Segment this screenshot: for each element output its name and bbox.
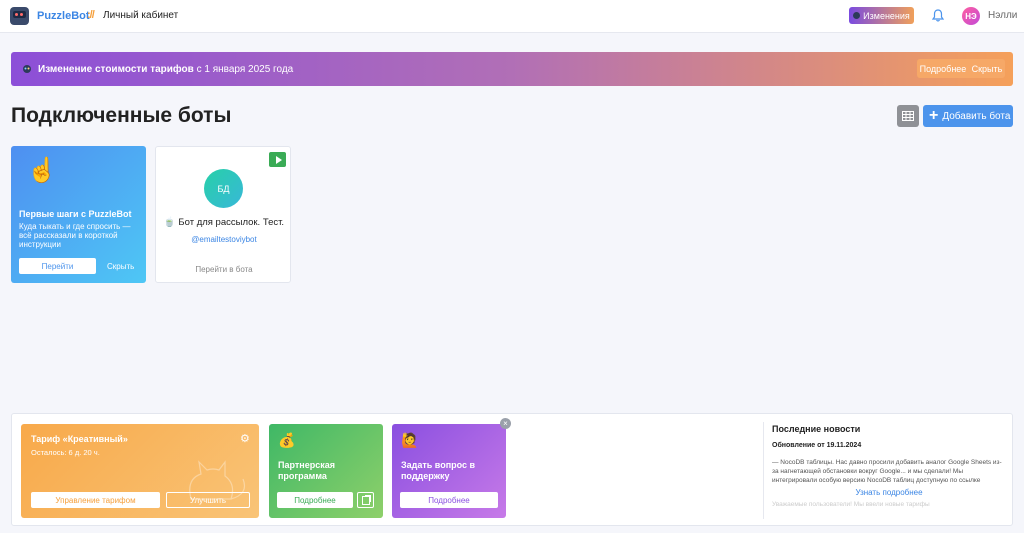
manage-tariff-button[interactable]: Управление тарифом	[31, 492, 160, 508]
first-steps-card: ☝ Первые шаги с PuzzleBot Куда тыкать и …	[11, 146, 146, 283]
banner-hide-link[interactable]: Скрыть	[972, 64, 1003, 74]
partner-card: 💰 Партнерская программа Подробнее	[269, 424, 383, 518]
news-text: — NocoDB таблицы. Нас давно просили доба…	[772, 459, 1002, 484]
table-view-button[interactable]	[897, 105, 919, 127]
changes-button[interactable]: Изменения	[849, 7, 914, 24]
add-bot-button[interactable]: + Добавить бота	[923, 105, 1013, 127]
open-bot-link[interactable]: Перейти в бота	[156, 265, 292, 274]
bell-icon[interactable]	[932, 9, 944, 22]
tariff-change-banner: Изменение стоимости тарифов с 1 января 2…	[11, 52, 1013, 86]
bottom-panel: Тариф «Креативный» Осталось: 6 д. 20 ч. …	[11, 413, 1013, 526]
support-person-icon: 🙋	[401, 432, 419, 448]
brand-separator: ://	[87, 9, 95, 21]
support-card: × 🙋 Задать вопрос в поддержку Подробнее	[392, 418, 511, 518]
first-steps-hide-button[interactable]: Скрыть	[107, 262, 134, 271]
section-title: Личный кабинет	[103, 10, 179, 21]
puzzlebot-logo-icon[interactable]	[10, 7, 29, 25]
support-title: Задать вопрос в поддержку	[401, 460, 476, 481]
bot-avatar: БД	[204, 169, 243, 208]
bot-card[interactable]: БД 🍵 Бот для рассылок. Тест. @emailtesto…	[155, 146, 291, 283]
page-title: Подключенные боты	[11, 104, 232, 127]
first-steps-title: Первые шаги с PuzzleBot	[19, 209, 132, 219]
banner-actions: Подробнее Скрыть	[917, 59, 1005, 78]
news-title: Последние новости	[772, 424, 861, 434]
username[interactable]: Нэлли	[988, 10, 1017, 21]
add-bot-label: Добавить бота	[942, 110, 1011, 122]
banner-text: Изменение стоимости тарифов с 1 января 2…	[38, 64, 294, 75]
top-header: PuzzleBot :// Личный кабинет Изменения Н…	[0, 0, 1024, 33]
tariff-remaining: Осталось: 6 д. 20 ч.	[31, 448, 100, 457]
gamepad-icon	[853, 12, 861, 19]
gamepad-icon	[23, 65, 31, 73]
partner-more-button[interactable]: Подробнее	[277, 492, 353, 508]
news-divider	[763, 422, 764, 519]
copy-icon[interactable]	[357, 492, 374, 508]
plus-icon: +	[929, 107, 939, 124]
first-steps-go-button[interactable]: Перейти	[19, 258, 96, 274]
pointing-finger-icon: ☝	[27, 157, 57, 184]
user-avatar[interactable]: НЭ	[962, 7, 980, 25]
table-icon	[902, 111, 914, 121]
changes-label: Изменения	[863, 10, 910, 21]
bot-name: 🍵 Бот для рассылок. Тест.	[163, 217, 285, 228]
tariff-card: Тариф «Креативный» Осталось: 6 д. 20 ч. …	[21, 424, 259, 518]
news-section: Последние новости Обновление от 19.11.20…	[772, 424, 1006, 508]
upgrade-tariff-button[interactable]: Улучшить	[166, 492, 250, 508]
bot-username[interactable]: @emailtestoviybot	[156, 235, 292, 244]
money-bag-icon: 💰	[278, 432, 296, 448]
close-icon[interactable]: ×	[500, 418, 511, 429]
gear-icon[interactable]: ⚙	[240, 432, 250, 445]
news-faded-text: Уважаемые пользователи! Мы ввели новые т…	[772, 501, 930, 508]
support-more-button[interactable]: Подробнее	[400, 492, 498, 508]
news-date: Обновление от 19.11.2024	[772, 442, 862, 449]
first-steps-description: Куда тыкать и где спросить — всё рассказ…	[19, 222, 131, 249]
banner-more-link[interactable]: Подробнее	[920, 64, 967, 74]
brand-name[interactable]: PuzzleBot	[37, 10, 90, 22]
news-more-link[interactable]: Узнать подробнее	[772, 488, 1006, 497]
tariff-title: Тариф «Креативный»	[31, 434, 128, 444]
play-icon[interactable]	[269, 152, 286, 167]
partner-title: Партнерская программа	[278, 460, 335, 481]
